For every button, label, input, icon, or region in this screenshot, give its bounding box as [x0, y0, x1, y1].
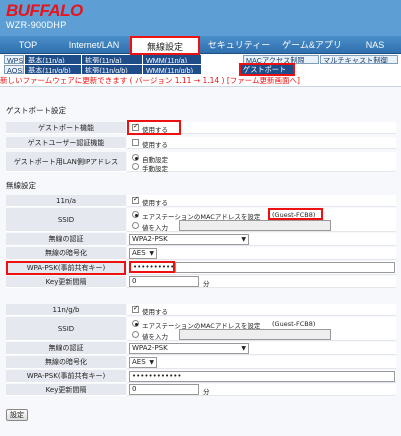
guest-port-checkbox[interactable]	[132, 122, 139, 131]
subnav-multicast[interactable]: マルチキャスト制御	[320, 55, 398, 64]
auth-g-select[interactable]: WPA2-PSK ▼	[129, 343, 249, 354]
row-psk-a: WPA-PSK(事前共有キー) ••••••••••••	[6, 261, 396, 275]
key-a-input[interactable]: 0	[129, 276, 199, 287]
row-key-g: Key更新間隔 0 分	[6, 384, 396, 396]
row-auth-a: 無線の認証 WPA2-PSK ▼	[6, 233, 396, 246]
model-name: WZR-900DHP	[6, 20, 67, 30]
guest-auth-label: ゲストユーザー認証機能	[6, 137, 126, 149]
subnav-wmm-a[interactable]: WMM(11n/a)	[143, 55, 201, 64]
row-ssid-g: SSID エアステーションのMACアドレスを設定 (Guest-FCB8) 値を…	[6, 317, 396, 341]
lanip-auto-radio[interactable]	[132, 154, 139, 161]
row-key-a: Key更新間隔 0 分	[6, 276, 396, 288]
subnav-wmm-g[interactable]: WMM(11n/g/b)	[143, 65, 201, 74]
row-guest-auth: ゲストユーザー認証機能 使用する	[6, 137, 396, 149]
psk-g-input[interactable]: ••••••••••••	[129, 371, 395, 382]
row-psk-g: WPA-PSK(事前共有キー) ••••••••••••	[6, 370, 396, 383]
band-g-enable-checkbox[interactable]	[132, 304, 139, 313]
row-guest-port: ゲストポート機能 使用する	[6, 120, 396, 135]
ssid-g-label: SSID	[6, 317, 126, 341]
content-pane: ゲストポート設定 ゲストポート機能 使用する ゲストユーザー認証機能 使用する …	[0, 86, 401, 436]
tab-game-app[interactable]: ゲーム&アプリ	[276, 38, 348, 54]
band-a-label: 11n/a	[6, 195, 126, 207]
wireless-section-title: 無線設定	[6, 181, 36, 190]
guest-port-label: ゲストポート機能	[6, 122, 126, 134]
ssid-g-input-label: 値を入力	[142, 333, 168, 341]
auth-a-label: 無線の認証	[6, 233, 126, 246]
ssid-a-label: SSID	[6, 208, 126, 232]
guest-lanip-label: ゲストポート用LAN側IPアドレス	[6, 152, 126, 172]
row-auth-g: 無線の認証 WPA2-PSK ▼	[6, 342, 396, 355]
auth-g-label: 無線の認証	[6, 342, 126, 355]
band-g-enable-label: 使用する	[142, 308, 168, 316]
band-a-enable-checkbox[interactable]	[132, 195, 139, 204]
auth-a-select[interactable]: WPA2-PSK ▼	[129, 234, 249, 245]
ssid-a-input-radio[interactable]	[132, 222, 139, 229]
subnav-basic-a[interactable]: 基本(11n/a)	[25, 55, 81, 64]
enc-g-select[interactable]: AES ▼	[129, 357, 157, 368]
ssid-g-value: (Guest-FCB8)	[272, 320, 316, 328]
subnav-guest-port[interactable]: ゲストポート	[239, 63, 295, 76]
key-g-unit: 分	[203, 388, 210, 396]
subnav-wps[interactable]: WPS	[4, 55, 24, 64]
guest-auth-value: 使用する	[142, 141, 168, 149]
psk-a-input-field[interactable]	[175, 262, 395, 273]
ssid-a-input[interactable]	[179, 220, 331, 231]
guest-port-value: 使用する	[142, 126, 168, 134]
row-band-a: 11n/a 使用する	[6, 195, 396, 207]
tab-internet-lan[interactable]: Internet/LAN	[58, 38, 130, 54]
row-enc-a: 無線の暗号化 AES ▼	[6, 247, 396, 260]
enc-g-label: 無線の暗号化	[6, 356, 126, 369]
subnav-ext-g[interactable]: 拡張(11n/g/b)	[82, 65, 142, 74]
row-enc-g: 無線の暗号化 AES ▼	[6, 356, 396, 369]
chevron-down-icon: ▼	[149, 250, 154, 257]
tab-top[interactable]: TOP	[10, 38, 46, 54]
ssid-g-mac-radio[interactable]	[132, 320, 139, 327]
ssid-g-input-radio[interactable]	[132, 331, 139, 338]
row-band-g: 11n/g/b 使用する	[6, 304, 396, 316]
chevron-down-icon: ▼	[241, 345, 246, 352]
tab-nas[interactable]: NAS	[360, 38, 390, 54]
subnav-aoss[interactable]: AOSS	[4, 65, 24, 74]
ssid-a-input-label: 値を入力	[142, 224, 168, 232]
submit-button[interactable]: 設定	[6, 409, 28, 421]
key-g-input[interactable]: 0	[129, 384, 199, 395]
subnav-ext-a[interactable]: 拡張(11n/a)	[82, 55, 142, 64]
enc-a-label: 無線の暗号化	[6, 247, 126, 260]
guest-auth-checkbox[interactable]	[132, 139, 139, 146]
row-ssid-a: SSID エアステーションのMACアドレスを設定 (Guest-FCB8) 値を…	[6, 208, 396, 232]
enc-a-select[interactable]: AES ▼	[129, 248, 157, 259]
sub-nav: WPS 基本(11n/a) 拡張(11n/a) WMM(11n/a) MACアク…	[0, 55, 401, 76]
chevron-down-icon: ▼	[241, 236, 246, 243]
key-g-label: Key更新間隔	[6, 384, 126, 396]
band-a-enable-label: 使用する	[142, 199, 168, 207]
brand-logo: BUFFALO	[6, 1, 83, 20]
psk-g-label: WPA-PSK(事前共有キー)	[6, 370, 126, 383]
chevron-down-icon: ▼	[149, 359, 154, 366]
tab-wireless[interactable]: 無線設定	[130, 36, 200, 55]
subnav-basic-g[interactable]: 基本(11n/g/b)	[25, 65, 81, 74]
psk-a-input[interactable]: ••••••••••••	[129, 261, 183, 273]
row-guest-lanip: ゲストポート用LAN側IPアドレス 自動設定 手動設定	[6, 152, 396, 173]
ssid-a-value: (Guest-FCB8)	[272, 211, 316, 219]
band-g-label: 11n/g/b	[6, 304, 126, 316]
tab-security[interactable]: セキュリティー	[204, 38, 274, 54]
header-banner: BUFFALO WZR-900DHP	[0, 0, 401, 36]
ssid-a-mac-radio[interactable]	[132, 211, 139, 218]
psk-a-label: WPA-PSK(事前共有キー)	[6, 261, 126, 275]
firmware-notice[interactable]: 新しいファームウェアに更新できます ( バージョン 1.11 → 1.14 ) …	[0, 76, 401, 86]
main-nav: TOP Internet/LAN 無線設定 セキュリティー ゲーム&アプリ NA…	[0, 36, 401, 55]
key-a-label: Key更新間隔	[6, 276, 126, 288]
guest-section-title: ゲストポート設定	[6, 106, 66, 115]
ssid-g-input[interactable]	[179, 329, 331, 340]
lanip-manual-radio[interactable]	[132, 163, 139, 170]
lanip-manual-label: 手動設定	[142, 165, 168, 173]
key-a-unit: 分	[203, 280, 210, 288]
